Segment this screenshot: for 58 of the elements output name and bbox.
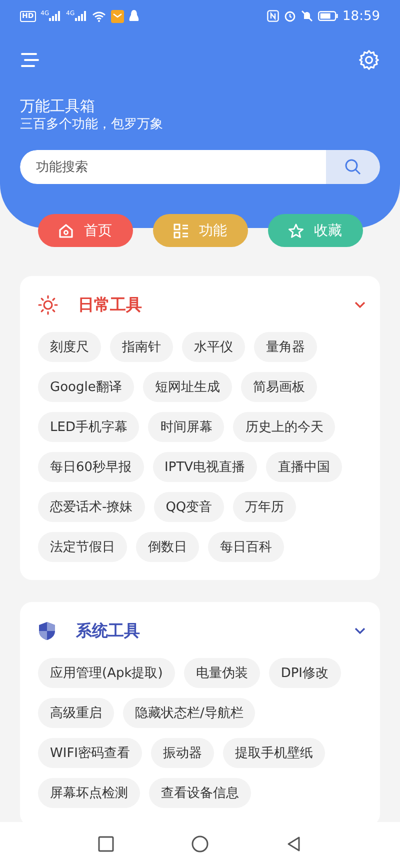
tool-chip[interactable]: 法定节假日: [38, 532, 127, 562]
tool-chip[interactable]: 量角器: [254, 332, 317, 362]
tool-chip[interactable]: 每日60秒早报: [38, 452, 144, 482]
tool-chip[interactable]: 刻度尺: [38, 332, 101, 362]
signal-icon: [49, 11, 62, 21]
mail-icon: [110, 10, 124, 22]
nfc-icon: [266, 10, 279, 22]
tool-chip[interactable]: IPTV电视直播: [152, 452, 258, 482]
home-icon: [58, 222, 74, 238]
chevron-icon[interactable]: [354, 627, 366, 635]
app-title: 万能工具箱: [20, 96, 96, 116]
clock-time: 18:59: [342, 8, 380, 24]
tool-chip[interactable]: WIFI密码查看: [38, 738, 142, 768]
tool-chip[interactable]: 应用管理(Apk提取): [38, 658, 175, 688]
tool-chip[interactable]: 时间屏幕: [148, 412, 224, 442]
muted-bell-icon: [300, 10, 313, 22]
back-icon[interactable]: [286, 836, 302, 852]
penguin-icon: [128, 10, 139, 22]
recents-icon[interactable]: [98, 836, 114, 852]
shield-icon: [38, 621, 56, 641]
signal-icon: [74, 11, 87, 21]
tool-chip[interactable]: 屏幕坏点检测: [38, 778, 140, 808]
tool-chip[interactable]: 每日百科: [208, 532, 284, 562]
menu-icon[interactable]: [20, 52, 40, 68]
search-icon: [344, 158, 362, 176]
tool-chip[interactable]: QQ变音: [154, 492, 224, 522]
alarm-icon: [284, 10, 296, 22]
tool-chip[interactable]: 高级重启: [38, 698, 114, 728]
tool-chip[interactable]: 振动器: [151, 738, 214, 768]
tool-chip[interactable]: 提取手机壁纸: [223, 738, 325, 768]
wifi-icon: [92, 10, 106, 22]
battery-icon: [318, 11, 338, 21]
star-icon: [288, 222, 304, 238]
app-subtitle: 三百多个功能，包罗万象: [20, 116, 164, 134]
tool-chip[interactable]: 简易画板: [240, 372, 317, 402]
settings-icon[interactable]: [358, 49, 380, 71]
sun-icon: [38, 295, 58, 315]
tool-chip[interactable]: 恋爱话术-撩妹: [38, 492, 145, 522]
tool-chip[interactable]: 倒数日: [136, 532, 199, 562]
search-field[interactable]: 功能搜索: [20, 150, 326, 184]
home-circle-icon[interactable]: [190, 835, 209, 853]
chevron-icon[interactable]: [354, 301, 366, 309]
tool-chip[interactable]: DPI修改: [268, 658, 341, 688]
tool-chip[interactable]: 万年历: [233, 492, 296, 522]
tool-chip[interactable]: 直播中国: [266, 452, 342, 482]
section-title: 系统工具: [76, 620, 141, 642]
tool-chip[interactable]: 查看设备信息: [149, 778, 251, 808]
tool-chip[interactable]: 指南针: [110, 332, 173, 362]
tool-chip[interactable]: 短网址生成: [142, 372, 232, 402]
tool-chip[interactable]: 水平仪: [182, 332, 245, 362]
section-title: 日常工具: [78, 294, 143, 316]
tool-chip[interactable]: LED手机字幕: [38, 412, 140, 442]
tool-chip[interactable]: 历史上的今天: [233, 412, 336, 442]
tool-chip[interactable]: 隐藏状态栏/导航栏: [123, 698, 256, 728]
search-button[interactable]: [326, 150, 380, 184]
tool-chip[interactable]: Google翻译: [38, 372, 134, 402]
grid-icon: [173, 222, 189, 238]
tool-chip[interactable]: 电量伪装: [184, 658, 260, 688]
